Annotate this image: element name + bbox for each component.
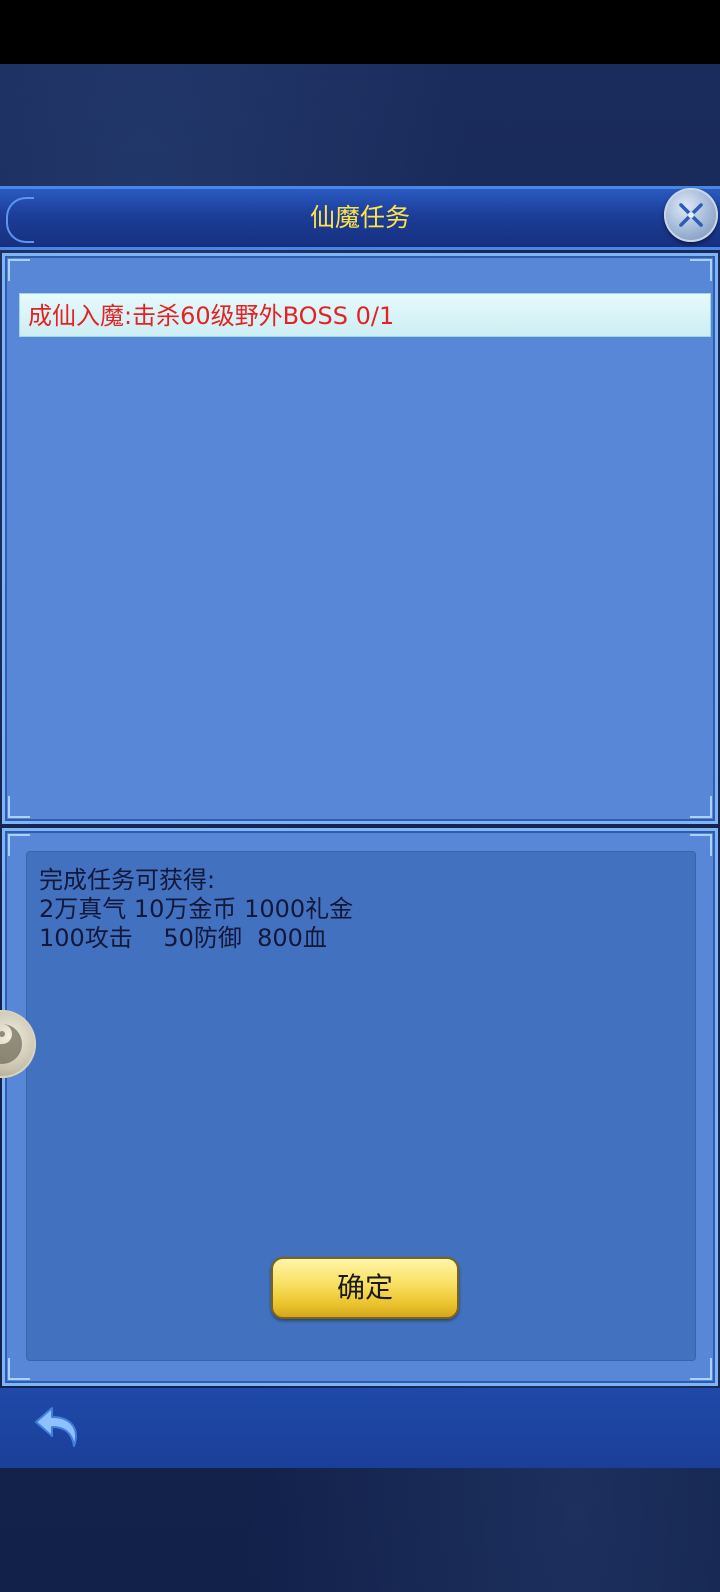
back-arrow-icon[interactable]	[30, 1400, 86, 1456]
dialog-title: 仙魔任务	[309, 203, 410, 232]
close-icon	[679, 203, 703, 227]
reward-panel: 完成任务可获得: 2万真气 10万金币 1000礼金 100攻击 50防御 80…	[2, 828, 718, 1386]
quest-list-item[interactable]: 成仙入魔:击杀60级野外BOSS 0/1	[19, 293, 711, 337]
quest-list-panel: 成仙入魔:击杀60级野外BOSS 0/1	[2, 253, 718, 824]
close-button[interactable]	[664, 188, 718, 242]
reward-box: 完成任务可获得: 2万真气 10万金币 1000礼金 100攻击 50防御 80…	[26, 851, 696, 1361]
confirm-button[interactable]: 确定	[271, 1257, 459, 1319]
dialog-title-bar: 仙魔任务	[0, 186, 720, 250]
confirm-label: 确定	[336, 1271, 393, 1304]
taiji-icon[interactable]	[0, 1010, 36, 1078]
bottom-bar	[0, 1388, 720, 1468]
status-bar	[0, 0, 720, 64]
reward-line-2: 100攻击 50防御 800血	[39, 924, 327, 952]
quest-text: 成仙入魔:击杀60级野外BOSS 0/1	[28, 302, 395, 330]
